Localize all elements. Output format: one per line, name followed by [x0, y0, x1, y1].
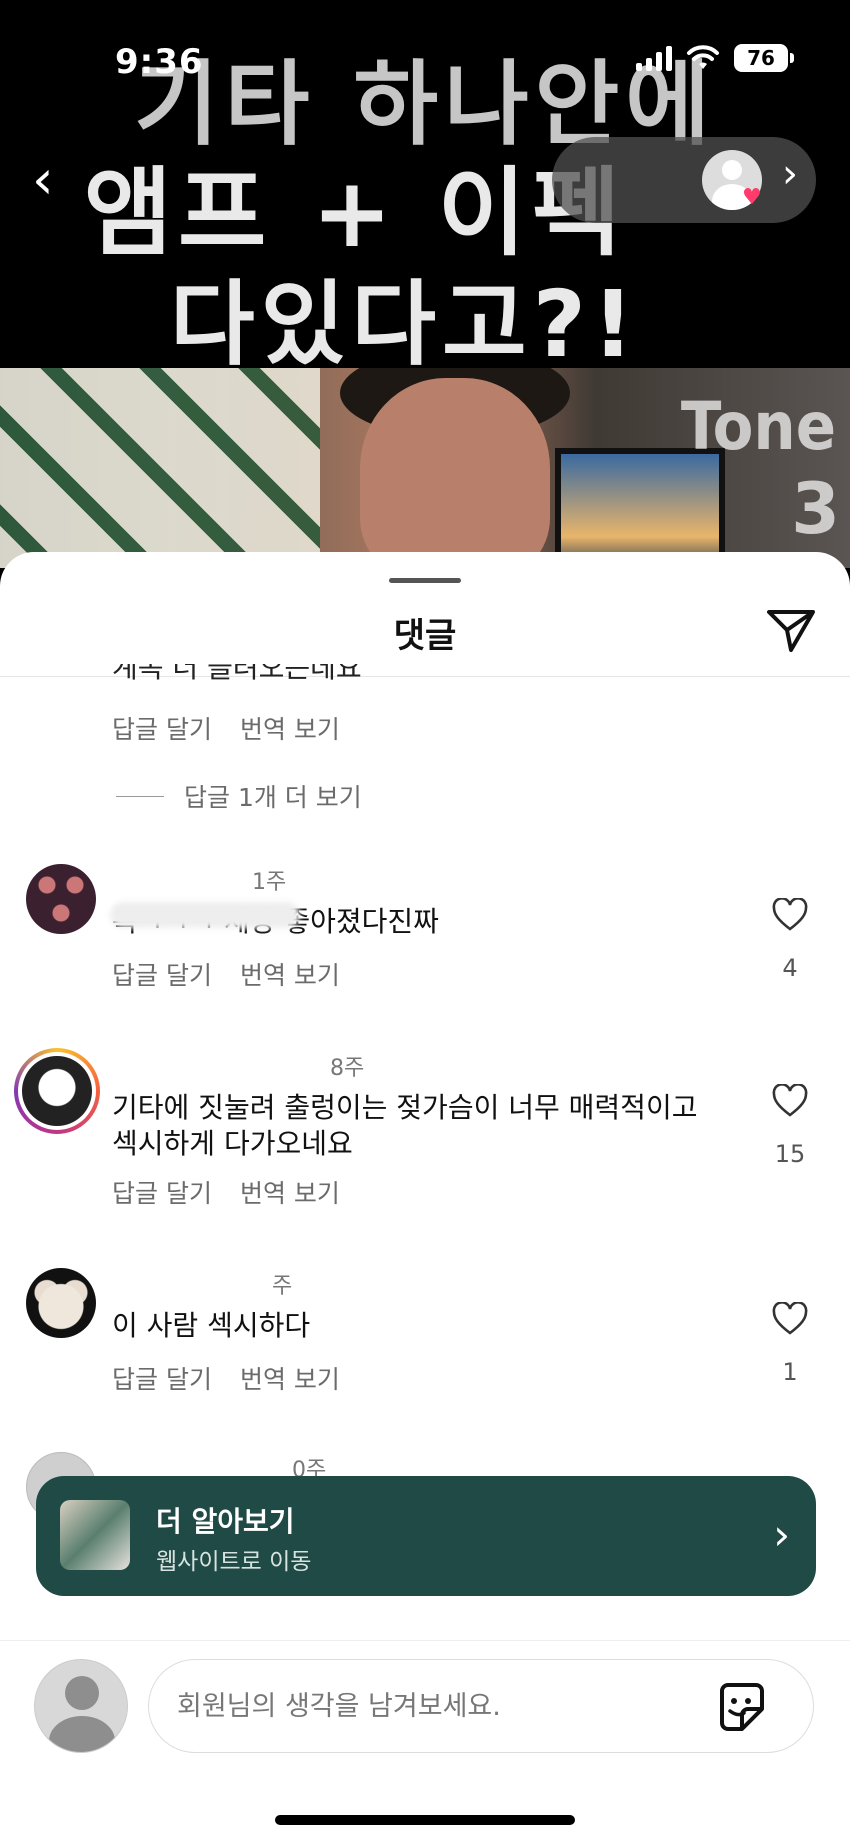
view-more-replies-label: 답글 1개 더 보기 — [184, 783, 362, 812]
comment-actions: 답글 달기 번역 보기 — [112, 1174, 340, 1210]
reply-button[interactable]: 답글 달기 — [112, 956, 212, 992]
promo-thumbnail — [60, 1500, 130, 1570]
sheet-title: 댓글 — [393, 616, 457, 656]
comment-actions: 답글 달기 번역 보기 — [112, 710, 340, 746]
translate-button[interactable]: 번역 보기 — [240, 956, 340, 992]
like-button[interactable] — [770, 1301, 810, 1340]
view-more-replies[interactable]: 답글 1개 더 보기 — [116, 778, 362, 814]
status-time: 9:36 — [115, 42, 204, 82]
heart-icon — [772, 1083, 808, 1117]
chevron-right-icon: › — [782, 151, 798, 197]
sheet-grabber[interactable] — [389, 578, 461, 583]
like-count: 1 — [782, 1358, 798, 1386]
heart-icon: ♥ — [742, 185, 762, 210]
truncated-comment-text: 계속 더 들려오는데요 — [112, 664, 362, 684]
like-count: 4 — [782, 954, 798, 982]
chevron-right-icon: › — [773, 1510, 790, 1559]
video-area[interactable]: 기타 하나안에 앰프 + 이펙 다있다고?! 9:36 76 ‹ ♥ › — [0, 0, 850, 378]
heart-icon — [772, 897, 808, 931]
reply-button[interactable]: 답글 달기 — [112, 1174, 212, 1210]
wifi-icon — [687, 45, 719, 69]
video-monitor — [555, 448, 725, 568]
video-corner-number: 3 — [791, 468, 840, 550]
signal-icon — [636, 45, 672, 71]
learn-more-banner[interactable]: 더 알아보기 웹사이트로 이동 › — [36, 1476, 816, 1596]
like-count: 15 — [774, 1140, 806, 1168]
avatar[interactable] — [26, 1268, 96, 1338]
comment-actions: 답글 달기 번역 보기 — [112, 956, 340, 992]
promo-title: 더 알아보기 — [156, 1505, 295, 1538]
send-icon[interactable] — [766, 608, 816, 654]
video-face — [360, 378, 550, 568]
translate-button[interactable]: 번역 보기 — [240, 710, 340, 746]
avatar[interactable] — [14, 1048, 100, 1134]
translate-button[interactable]: 번역 보기 — [240, 1174, 340, 1210]
comment-time: 주 — [272, 1274, 293, 1299]
reply-button[interactable]: 답글 달기 — [112, 710, 212, 746]
comment-time: 8주 — [330, 1056, 365, 1081]
translate-button[interactable]: 번역 보기 — [240, 1360, 340, 1396]
username-redacted — [110, 902, 300, 928]
video-shirt — [0, 368, 320, 568]
promo-subtitle: 웹사이트로 이동 — [156, 1549, 312, 1575]
reply-button[interactable]: 답글 달기 — [112, 1360, 212, 1396]
avatar[interactable] — [26, 864, 96, 934]
comment-time: 1주 — [252, 870, 287, 895]
video-frame[interactable]: Tone 3 — [0, 368, 850, 568]
comment-actions: 답글 달기 번역 보기 — [112, 1360, 340, 1396]
home-indicator — [275, 1815, 575, 1825]
status-icons: 76 — [636, 44, 794, 72]
comment-text: 기타에 짓눌려 출렁이는 젖가슴이 너무 매력적이고 섹시하게 다가오네요 — [112, 1091, 698, 1160]
battery-icon: 76 — [734, 44, 794, 72]
back-button[interactable]: ‹ — [32, 150, 72, 210]
video-caption-line3: 다있다고?! — [170, 271, 640, 378]
like-button[interactable] — [770, 897, 810, 936]
sticker-icon[interactable] — [716, 1681, 768, 1733]
comment-text: 이 사람 섹시하다 — [112, 1309, 311, 1342]
video-corner-text: Tone — [680, 388, 836, 465]
like-button[interactable] — [770, 1083, 810, 1122]
heart-icon — [772, 1301, 808, 1335]
avatar — [34, 1659, 128, 1753]
comment-input-bar — [0, 1640, 850, 1843]
divider — [116, 795, 164, 797]
profile-pill[interactable]: ♥ › — [552, 137, 816, 223]
comment-input[interactable] — [148, 1659, 814, 1753]
